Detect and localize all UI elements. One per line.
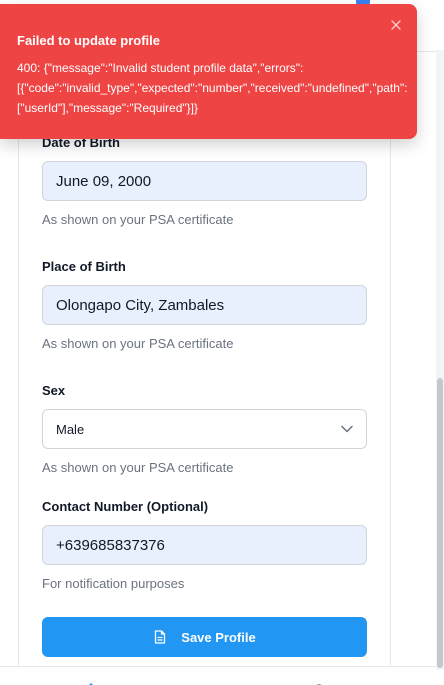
date-of-birth-value: June 09, 2000 <box>56 172 152 190</box>
home-icon[interactable] <box>84 677 98 685</box>
save-profile-button[interactable]: Save Profile <box>42 617 367 657</box>
place-of-birth-label: Place of Birth <box>42 259 126 274</box>
toast-message-line-2: [{"code":"invalid_type","expected":"numb… <box>17 81 408 95</box>
sex-selected-value: Male <box>56 421 85 437</box>
place-of-birth-helper: As shown on your PSA certificate <box>42 336 234 351</box>
profile-page: Date of Birth June 09, 2000 As shown on … <box>0 0 444 685</box>
save-profile-label: Save Profile <box>181 629 256 645</box>
place-of-birth-value: Olongapo City, Zambales <box>56 296 225 314</box>
sex-label: Sex <box>42 383 66 398</box>
toast-message: 400: {"message":"Invalid student profile… <box>17 58 417 118</box>
date-of-birth-helper: As shown on your PSA certificate <box>42 212 234 227</box>
contact-number-value: +639685837376 <box>56 536 165 554</box>
chevron-down-icon <box>340 422 354 436</box>
error-toast: Failed to update profile 400: {"message"… <box>0 4 417 139</box>
toast-title: Failed to update profile <box>17 33 161 48</box>
document-icon <box>153 630 167 644</box>
contact-number-label: Contact Number (Optional) <box>42 499 209 514</box>
toast-message-line-1: 400: {"message":"Invalid student profile… <box>17 61 304 75</box>
place-of-birth-input[interactable]: Olongapo City, Zambales <box>42 285 367 325</box>
sex-helper: As shown on your PSA certificate <box>42 460 234 475</box>
scrollbar-thumb[interactable] <box>437 378 443 668</box>
bottom-nav <box>0 666 444 685</box>
contact-number-helper: For notification purposes <box>42 576 185 591</box>
date-of-birth-input[interactable]: June 09, 2000 <box>42 161 367 201</box>
settings-icon[interactable] <box>312 677 326 685</box>
contact-number-input[interactable]: +639685837376 <box>42 525 367 565</box>
toast-message-line-3: ["userId"],"message":"Required"}]} <box>17 101 198 115</box>
sex-select[interactable]: Male <box>42 409 367 449</box>
close-icon[interactable] <box>389 18 403 32</box>
